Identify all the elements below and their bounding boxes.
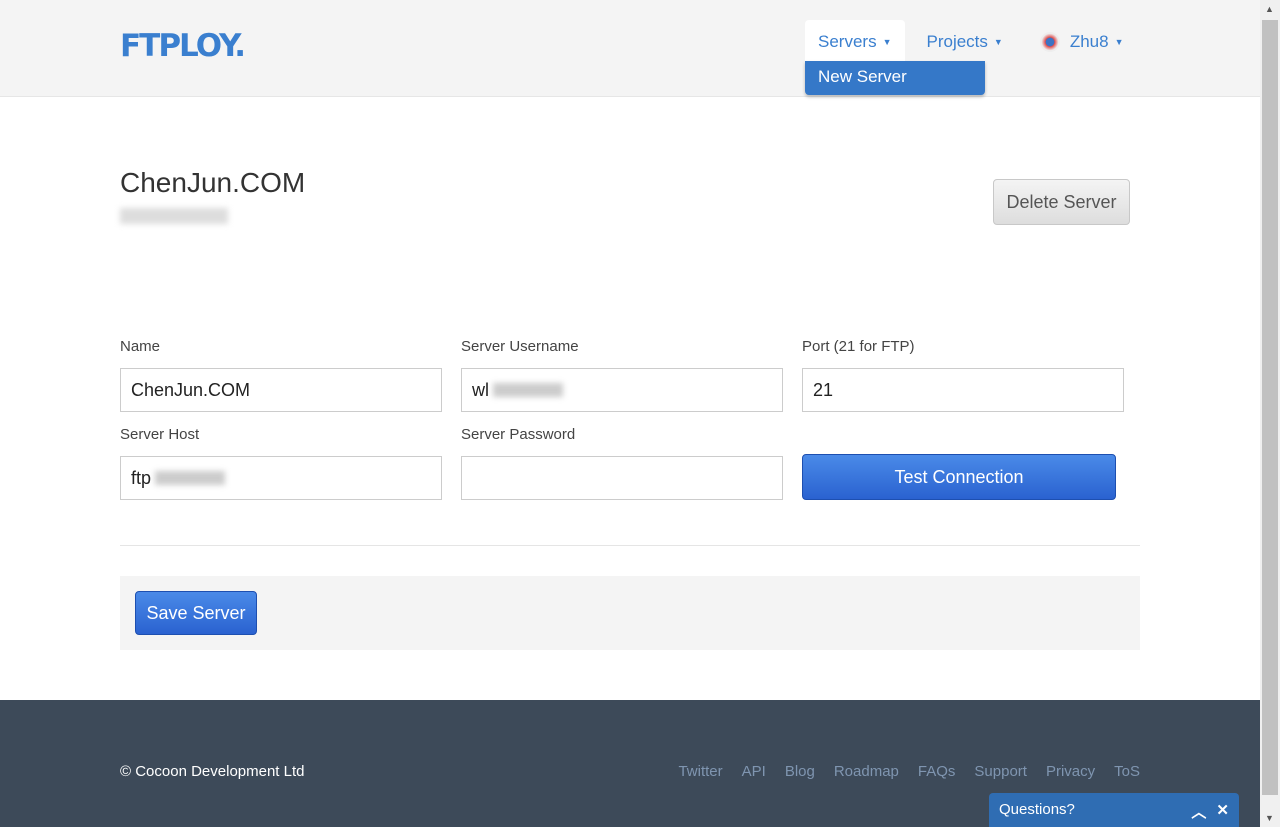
- port-input[interactable]: 21: [802, 368, 1124, 412]
- username-label: Server Username: [461, 338, 579, 355]
- scroll-down-icon[interactable]: ▼: [1265, 813, 1274, 823]
- name-label: Name: [120, 338, 161, 355]
- footer-link-api[interactable]: API: [742, 763, 766, 780]
- copyright: © Cocoon Development Ltd: [120, 763, 305, 780]
- footer-link-roadmap[interactable]: Roadmap: [834, 763, 899, 780]
- nav-label: Servers: [818, 32, 877, 51]
- input-value: ChenJun.COM: [131, 379, 251, 400]
- close-icon[interactable]: ✕: [1216, 801, 1229, 819]
- scrollbar-thumb[interactable]: [1262, 20, 1278, 795]
- host-input[interactable]: ftp: [120, 456, 442, 500]
- nav-label: Zhu8: [1069, 32, 1109, 51]
- caret-down-icon: ▼: [993, 37, 1003, 47]
- footer-link-blog[interactable]: Blog: [785, 763, 815, 780]
- footer-link-privacy[interactable]: Privacy: [1046, 763, 1095, 780]
- divider: [120, 545, 1140, 546]
- questions-chat-widget[interactable]: Questions? ︿ ✕: [989, 793, 1239, 827]
- delete-server-button[interactable]: Delete Server: [993, 179, 1130, 225]
- input-value: 21: [813, 379, 834, 400]
- footer-link-faqs[interactable]: FAQs: [918, 763, 956, 780]
- scrollbar[interactable]: ▲ ▼: [1260, 0, 1280, 827]
- header: FTPLOY. Servers ▼ Projects ▼ Zhu8 ▼ New Ser…: [0, 0, 1260, 97]
- scroll-up-icon[interactable]: ▲: [1265, 4, 1274, 14]
- port-label: Port (21 for FTP): [802, 338, 915, 355]
- blurred-text: [493, 383, 563, 397]
- footer-link-tos[interactable]: ToS: [1114, 763, 1140, 780]
- main-nav: Servers ▼ Projects ▼ Zhu8 ▼: [805, 20, 1137, 64]
- input-value: wl: [472, 379, 489, 400]
- nav-label: Projects: [926, 32, 988, 51]
- caret-down-icon: ▼: [882, 37, 892, 47]
- form-actions: Save Server: [120, 576, 1140, 650]
- footer-links: Twitter API Blog Roadmap FAQs Support Pr…: [678, 763, 1140, 780]
- chevron-up-icon[interactable]: ︿: [1191, 801, 1206, 821]
- test-connection-button[interactable]: Test Connection: [802, 454, 1116, 500]
- password-input[interactable]: [461, 456, 783, 500]
- nav-user[interactable]: Zhu8 ▼: [1027, 20, 1137, 64]
- input-value: ftp: [131, 467, 152, 488]
- caret-down-icon: ▼: [1114, 37, 1124, 47]
- avatar: [1039, 32, 1060, 52]
- nav-servers[interactable]: Servers ▼: [805, 20, 905, 64]
- save-server-button[interactable]: Save Server: [135, 591, 257, 635]
- host-label: Server Host: [120, 426, 200, 443]
- nav-projects[interactable]: Projects ▼: [914, 20, 1016, 64]
- username-input[interactable]: wl: [461, 368, 783, 412]
- blurred-text: [155, 471, 226, 485]
- menu-item-new-server[interactable]: New Server: [805, 61, 985, 95]
- footer-link-support[interactable]: Support: [974, 763, 1027, 780]
- name-input[interactable]: ChenJun.COM: [120, 368, 442, 412]
- page-title: ChenJun.COM: [120, 167, 306, 198]
- footer-link-twitter[interactable]: Twitter: [678, 763, 722, 780]
- logo[interactable]: FTPLOY.: [120, 28, 246, 64]
- server-host-subtitle-blurred: [120, 208, 228, 224]
- chat-label: Questions?: [999, 801, 1075, 818]
- password-label: Server Password: [461, 426, 576, 443]
